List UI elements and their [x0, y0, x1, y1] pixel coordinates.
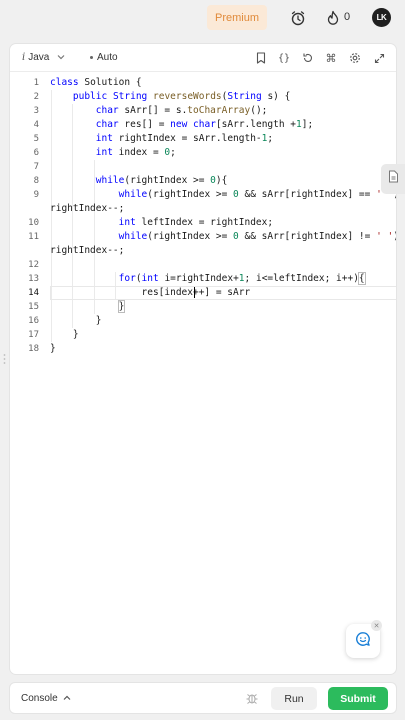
line-number: 12 [28, 260, 39, 270]
code-line: 2 public String reverseWords(String s) { [10, 90, 396, 104]
code-line: 5 int rightIndex = sArr.length-1; [10, 132, 396, 146]
code-line: 3 char sArr[] = s.toCharArray(); [10, 104, 396, 118]
current-code-line: 14 res[index++] = sArr [10, 286, 396, 300]
braces-icon[interactable]: {} [276, 50, 292, 66]
code-line: 9 while(rightIndex >= 0 && sArr[rightInd… [10, 188, 396, 202]
reset-icon[interactable] [300, 50, 316, 66]
code-text: } [50, 329, 79, 340]
settings-icon[interactable] [347, 50, 363, 66]
language-label: Java [28, 52, 50, 63]
code-text: char res[] = new char[sArr.length +1]; [95, 119, 314, 130]
bookmark-icon[interactable] [253, 50, 269, 66]
code-text: } [50, 315, 102, 326]
code-text: while(rightIndex >= 0 && sArr[rightIndex… [118, 189, 396, 200]
code-text: for(int i=rightIndex+1; i<=leftIndex; i+… [118, 272, 366, 285]
line-number: 16 [28, 316, 39, 326]
console-toggle[interactable]: Console [21, 693, 71, 704]
code-line: 15 } [10, 300, 396, 314]
premium-button[interactable]: Premium [207, 5, 267, 30]
line-number: 5 [33, 134, 39, 144]
code-text: class Solution { [50, 77, 142, 88]
line-number: 13 [28, 274, 39, 284]
code-text: public String reverseWords(String s) { [72, 91, 291, 102]
code-line: 10 int leftIndex = rightIndex; [10, 216, 396, 230]
text-caret [194, 287, 195, 298]
mode-label: Auto [97, 52, 118, 63]
code-line: 8 while(rightIndex >= 0){ [10, 174, 396, 188]
line-number: 17 [28, 330, 39, 340]
code-editor-panel: i Java Auto {} ⌘ 1 class Solution {2 pu… [9, 43, 397, 675]
line-number: 15 [28, 302, 39, 312]
code-line: rightIndex--; [10, 202, 396, 216]
editor-toolbar: i Java Auto {} ⌘ [10, 44, 396, 72]
line-number: 1 [33, 78, 39, 88]
line-number: 11 [28, 232, 39, 242]
line-number: 3 [33, 106, 39, 116]
line-number: 14 [28, 288, 39, 298]
code-line: 4 char res[] = new char[sArr.length +1]; [10, 118, 396, 132]
line-number: 7 [33, 162, 39, 172]
run-button[interactable]: Run [271, 687, 317, 710]
description-tab[interactable] [381, 164, 405, 194]
code-line: 11 while(rightIndex >= 0 && sArr[rightIn… [10, 230, 396, 244]
chevron-up-icon [63, 693, 71, 704]
code-text: int rightIndex = sArr.length-1; [95, 133, 274, 144]
code-line: 18 } [10, 342, 396, 356]
info-icon: i [22, 52, 26, 63]
code-line: rightIndex--; [10, 244, 396, 258]
line-number: 18 [28, 344, 39, 354]
code-text: char sArr[] = s.toCharArray(); [95, 105, 268, 116]
expand-icon[interactable] [371, 50, 387, 66]
line-number: 6 [33, 148, 39, 158]
dot-icon [90, 56, 93, 59]
code-line: 7 [10, 160, 396, 174]
flame-icon[interactable] [324, 9, 342, 27]
language-selector[interactable]: i Java [22, 52, 65, 63]
code-text: res[index++] = sArr [50, 287, 251, 298]
resize-handle-icon[interactable] [3, 352, 6, 364]
code-text-wrapped: rightIndex--; [50, 245, 125, 256]
top-bar: Premium 0 LK [0, 0, 405, 36]
code-line: 17 } [10, 328, 396, 342]
submit-button[interactable]: Submit [328, 687, 388, 710]
line-number: 8 [33, 176, 39, 186]
code-line: 1 class Solution { [10, 76, 396, 90]
command-icon[interactable]: ⌘ [323, 50, 339, 66]
line-number: 2 [33, 92, 39, 102]
alarm-clock-icon[interactable] [289, 9, 307, 27]
document-icon [388, 170, 399, 188]
chevron-down-icon [57, 53, 65, 62]
streak-count: 0 [344, 11, 351, 23]
code-text: int index = 0; [95, 147, 176, 158]
code-text: int leftIndex = rightIndex; [118, 217, 274, 228]
code-line: 12 [10, 258, 396, 272]
code-text-wrapped: rightIndex--; [50, 203, 125, 214]
code-text: while(rightIndex >= 0 && sArr[rightIndex… [118, 231, 396, 242]
debug-icon[interactable] [245, 691, 261, 707]
code-text: while(rightIndex >= 0){ [95, 175, 228, 186]
close-icon[interactable]: ✕ [371, 620, 382, 631]
line-number: 10 [28, 218, 39, 228]
avatar[interactable]: LK [372, 8, 391, 27]
code-line: 13 for(int i=rightIndex+1; i<=leftIndex;… [10, 272, 396, 286]
line-number: 9 [33, 190, 39, 200]
console-label: Console [21, 693, 58, 704]
autocomplete-mode[interactable]: Auto [90, 52, 118, 63]
line-number: 4 [33, 120, 39, 130]
code-text: } [117, 300, 126, 313]
code-line: 16 } [10, 314, 396, 328]
bottom-bar: Console Run Submit [9, 682, 397, 714]
code-line: 6 int index = 0; [10, 146, 396, 160]
code-text: } [50, 343, 56, 354]
chat-smile-icon [355, 631, 371, 652]
